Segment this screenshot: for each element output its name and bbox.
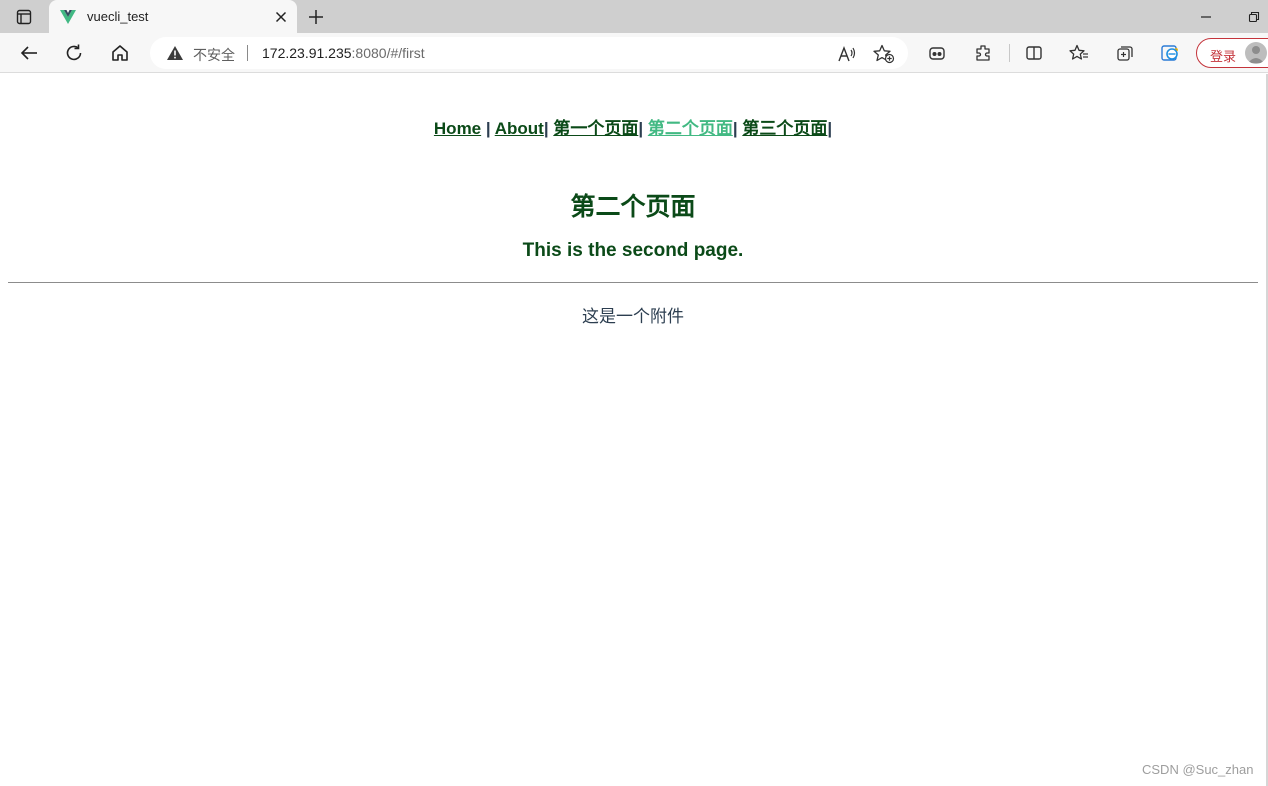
refresh-icon[interactable] [61, 40, 87, 66]
nav-separator: | [638, 119, 644, 138]
plus-icon[interactable] [304, 5, 328, 29]
browser-window: vuecli_test 不安全 172.23.91.235:8080/#/fir… [0, 0, 1268, 786]
content-divider [8, 282, 1258, 283]
tab-actions-icon[interactable] [6, 4, 42, 30]
nav-link-first[interactable]: 第一个页面 [553, 119, 638, 138]
nav-link-about[interactable]: About [495, 119, 544, 138]
extensions-icon[interactable] [970, 40, 996, 66]
home-icon[interactable] [107, 40, 133, 66]
page-viewport: Home | About| 第一个页面| 第二个页面| 第三个页面| 第二个页面… [0, 74, 1268, 786]
vue-logo-icon [59, 8, 77, 26]
nav-link-third[interactable]: 第三个页面 [742, 119, 827, 138]
close-icon[interactable] [271, 7, 291, 27]
signin-button[interactable]: 登录 [1196, 38, 1268, 68]
toolbar-divider [1009, 44, 1010, 62]
nav-link-second[interactable]: 第二个页面 [648, 119, 733, 138]
address-bar[interactable]: 不安全 172.23.91.235:8080/#/first [150, 37, 908, 69]
active-tab[interactable]: vuecli_test [49, 0, 297, 34]
favorites-icon[interactable] [1066, 40, 1092, 66]
router-nav: Home | About| 第一个页面| 第二个页面| 第三个页面| [0, 114, 1266, 139]
address-divider [247, 45, 248, 61]
read-aloud-icon[interactable] [836, 43, 858, 65]
browser-toolbar: 不安全 172.23.91.235:8080/#/first 登录 [0, 33, 1268, 73]
app-icon[interactable] [924, 40, 950, 66]
url-host: 172.23.91.235 [262, 45, 352, 61]
nav-separator: | [485, 119, 491, 138]
signin-label: 登录 [1210, 49, 1237, 64]
split-screen-icon[interactable] [1021, 40, 1047, 66]
url-field[interactable]: 172.23.91.235:8080/#/first [262, 45, 425, 61]
avatar-icon [1245, 42, 1267, 64]
page-subtitle: This is the second page. [522, 240, 744, 261]
minimize-icon[interactable] [1194, 6, 1218, 28]
attachment-text: 这是一个附件 [582, 307, 684, 326]
csdn-watermark: CSDN @Suc_zhan [1142, 762, 1254, 777]
ie-mode-icon[interactable] [1157, 40, 1183, 66]
nav-separator: | [827, 119, 833, 138]
restore-icon[interactable] [1242, 6, 1266, 28]
security-label[interactable]: 不安全 [193, 45, 235, 65]
nav-separator: | [732, 119, 738, 138]
nav-link-home[interactable]: Home [434, 119, 481, 138]
url-path: :8080/#/first [351, 45, 425, 61]
nav-separator: | [543, 119, 549, 138]
back-arrow-icon[interactable] [16, 40, 42, 66]
warning-triangle-icon[interactable] [166, 45, 184, 61]
star-plus-icon[interactable] [872, 43, 896, 65]
tab-title: vuecli_test [87, 9, 149, 24]
tab-strip: vuecli_test [0, 0, 1268, 34]
page-title: 第二个页面 [570, 193, 696, 221]
collections-icon[interactable] [1112, 40, 1138, 66]
